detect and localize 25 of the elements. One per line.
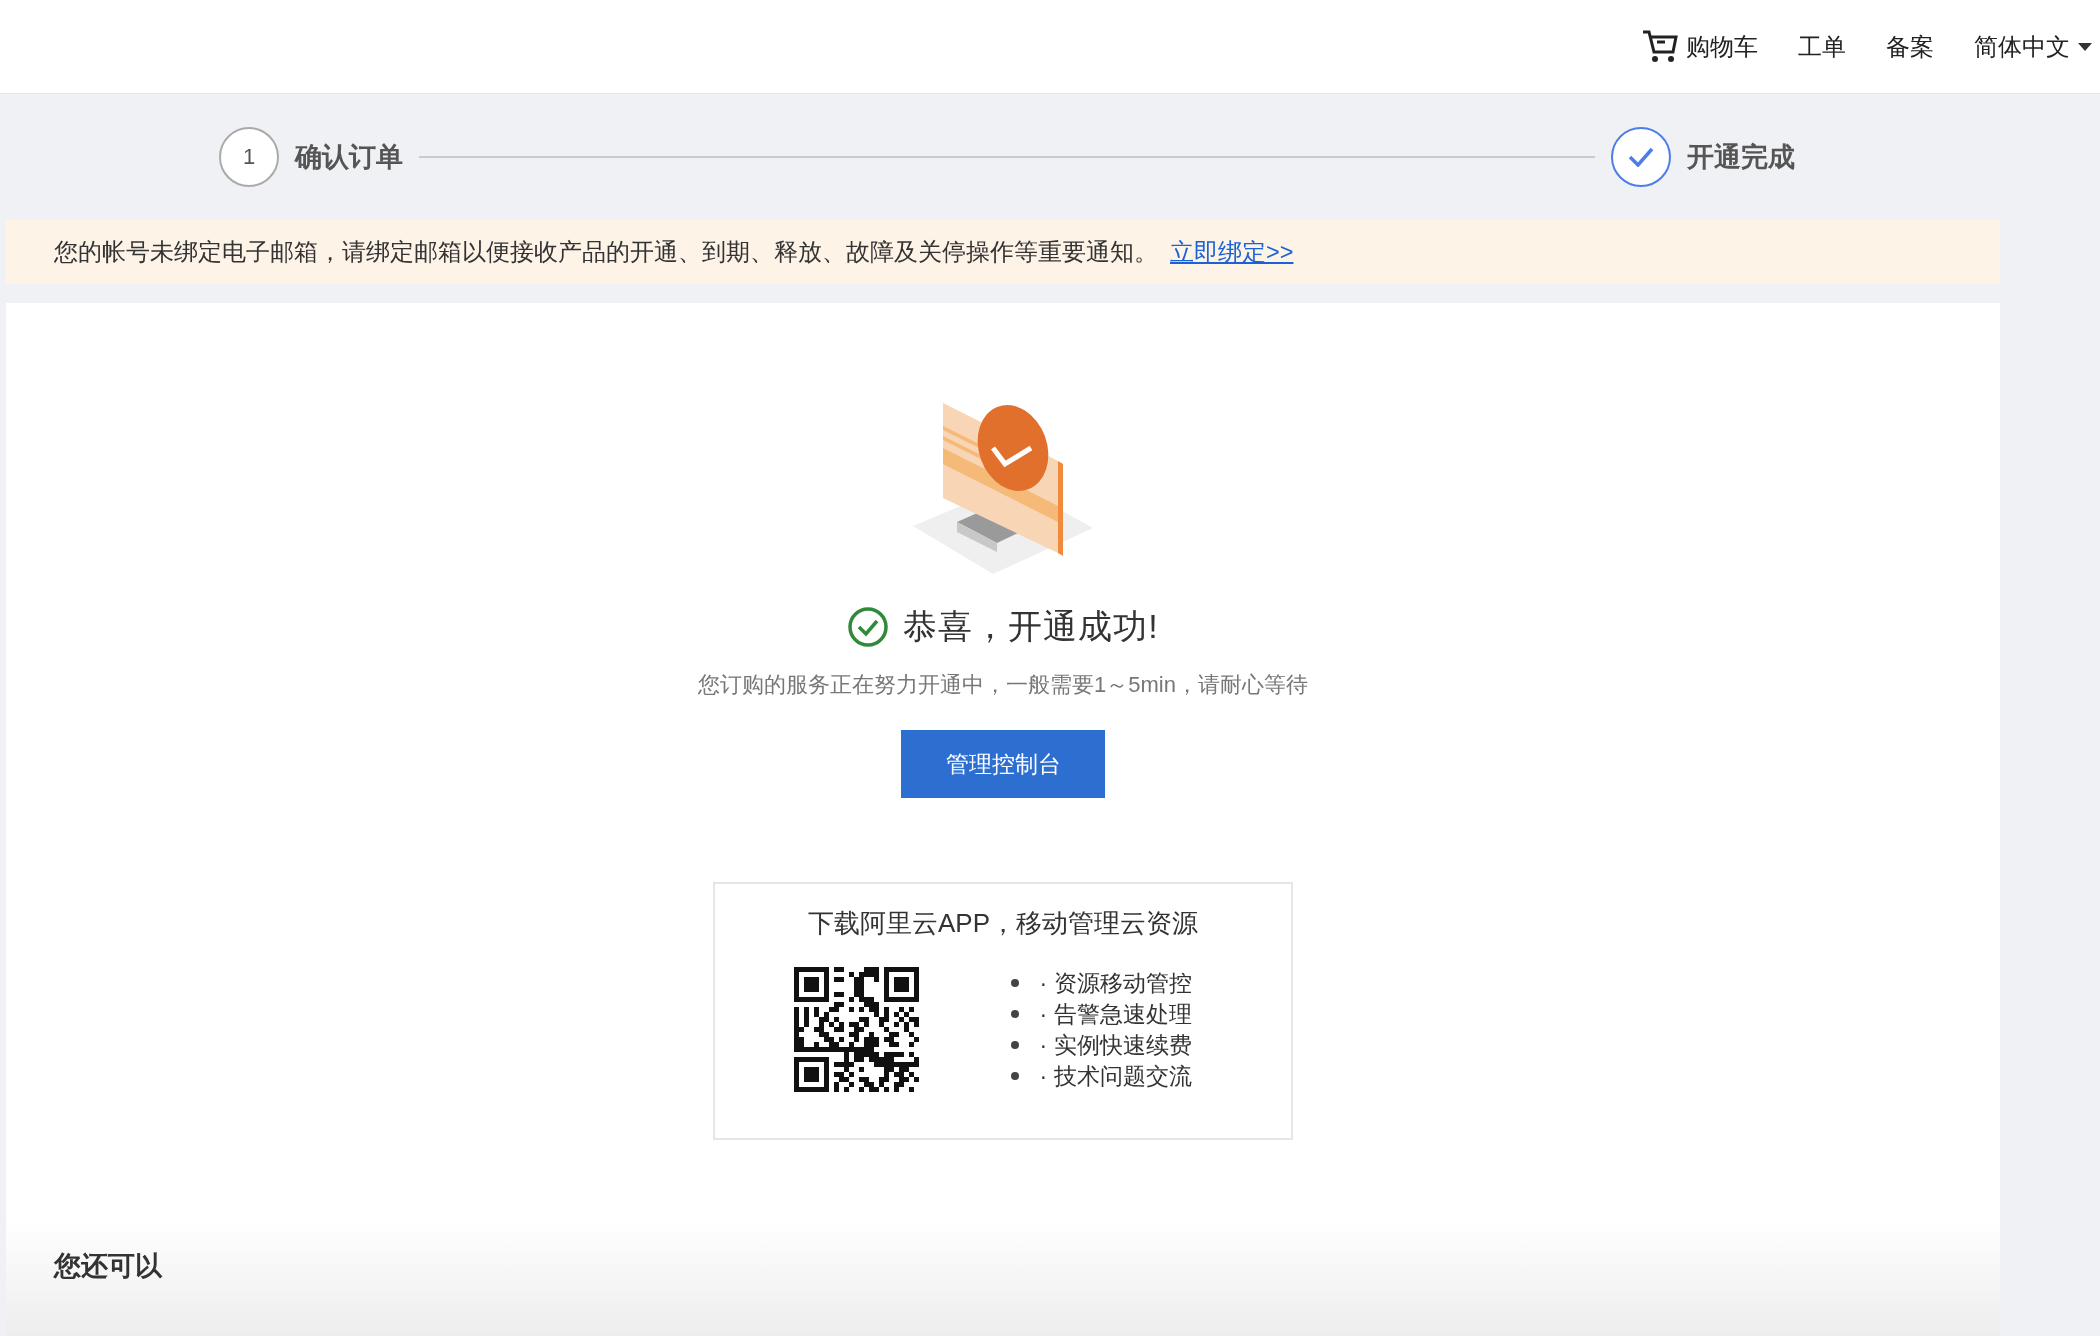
- step-label: 开通完成: [1687, 141, 1795, 174]
- cart-link[interactable]: 购物车: [1642, 29, 1758, 64]
- app-promo-title: 下载阿里云APP，移动管理云资源: [808, 907, 1198, 940]
- feature-item: · 技术问题交流: [1039, 1062, 1192, 1090]
- feature-item: · 告警急速处理: [1039, 1000, 1192, 1028]
- nav-link[interactable]: 工单: [1798, 30, 1846, 63]
- notice-text: 您的帐号未绑定电子邮箱，请绑定邮箱以便接收产品的开通、到期、释放、故障及关停操作等重要通知。: [54, 238, 1158, 267]
- bullet-dot: [1011, 979, 1020, 987]
- language-dropdown[interactable]: 简体中文: [1974, 30, 2092, 63]
- success-title: 恭喜，开通成功!: [903, 606, 1159, 647]
- feature-item: · 资源移动管控: [1039, 969, 1192, 997]
- feature-item: · 实例快速续费: [1039, 1031, 1192, 1059]
- bullet-dot: [1011, 1010, 1020, 1018]
- success-subtitle: 您订购的服务正在努力开通中，一般需要1～5min，请耐心等待: [698, 671, 1308, 699]
- step-label: 确认订单: [295, 141, 403, 174]
- success-check-icon: [847, 606, 890, 648]
- console-button[interactable]: 管理控制台: [901, 730, 1105, 798]
- bind-email-link[interactable]: 立即绑定>>: [1170, 236, 1294, 268]
- cart-icon: [1642, 29, 1678, 64]
- section-title: 您还可以: [54, 1250, 162, 1283]
- bullet-dot: [1011, 1072, 1020, 1080]
- nav-link[interactable]: 备案: [1886, 30, 1934, 63]
- bullet-dot: [1011, 1041, 1020, 1049]
- caret-icon: [2078, 42, 2092, 51]
- step-indicator: 1: [219, 127, 279, 187]
